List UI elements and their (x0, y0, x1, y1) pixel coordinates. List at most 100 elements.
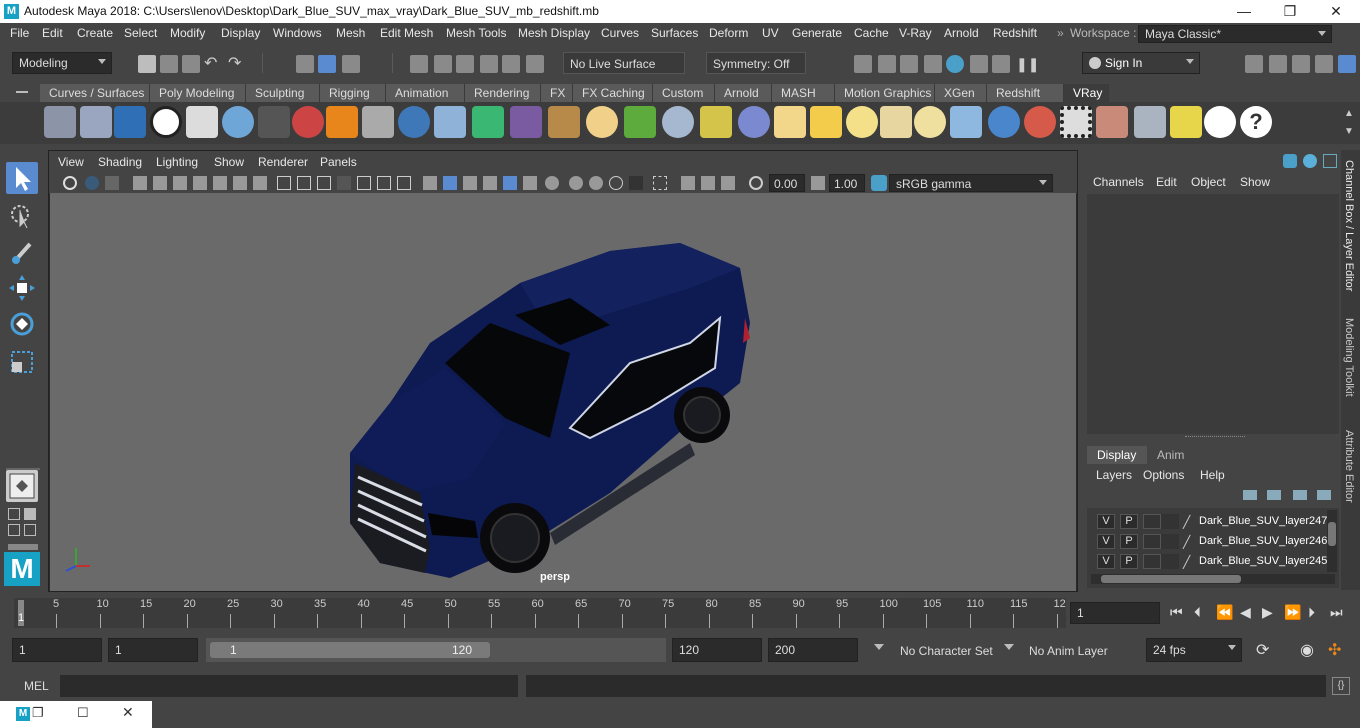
field-chart-icon[interactable] (253, 176, 267, 190)
menu-file[interactable]: File (10, 26, 29, 40)
vray-ies-light-icon[interactable] (880, 106, 912, 138)
ambient-occlusion-icon[interactable] (503, 176, 517, 190)
smooth-shade-icon[interactable] (317, 176, 331, 190)
shelf-scroll-up-icon[interactable]: ▲ (1344, 108, 1354, 119)
select-hierarchy-icon[interactable] (296, 55, 314, 73)
tool-settings-icon[interactable] (1292, 55, 1310, 73)
channel-box-expand-icon[interactable] (1323, 154, 1337, 168)
paint-select-tool-icon[interactable] (6, 236, 38, 268)
tab-vray[interactable]: VRay (1064, 84, 1109, 102)
character-set-arrow-icon[interactable] (874, 644, 884, 650)
open-scene-icon[interactable] (160, 55, 178, 73)
vray-frame-buffer-icon[interactable] (114, 106, 146, 138)
rotate-tool-icon[interactable] (6, 308, 38, 340)
tab-rigging[interactable]: Rigging (320, 84, 386, 102)
layer-name[interactable]: Dark_Blue_SUV_layer245 (1199, 555, 1327, 567)
menu-mesh[interactable]: Mesh (336, 26, 365, 40)
gamma-icon[interactable] (811, 176, 825, 190)
close-button[interactable]: ✕ (1313, 0, 1359, 23)
new-layer-selected-icon[interactable] (1317, 490, 1331, 500)
snap-surface-icon[interactable] (502, 55, 520, 73)
select-camera-icon[interactable] (653, 176, 667, 190)
save-scene-icon[interactable] (182, 55, 200, 73)
minimized-close-icon[interactable]: ✕ (122, 704, 134, 721)
hypershade-icon[interactable] (946, 55, 964, 73)
tab-rendering[interactable]: Rendering (465, 84, 541, 102)
menu-display[interactable]: Display (221, 26, 260, 40)
tab-motion-graphics[interactable]: Motion Graphics (835, 84, 935, 102)
vray-render-settings-icon[interactable] (186, 106, 218, 138)
vray-material-icon[interactable] (222, 106, 254, 138)
move-layer-down-icon[interactable] (1267, 490, 1281, 500)
backface-culling-icon[interactable] (483, 176, 497, 190)
play-forwards-icon[interactable]: ▶ (1262, 604, 1273, 621)
perspective-viewport[interactable]: persp (50, 193, 1076, 591)
menu-mesh-tools[interactable]: Mesh Tools (446, 26, 506, 40)
menu-select[interactable]: Select (124, 26, 157, 40)
list-item[interactable]: V P ╱ Dark_Blue_SUV_layer245 (1091, 551, 1327, 571)
menu-cache[interactable]: Cache (854, 26, 889, 40)
color-management-toggle-icon[interactable] (871, 175, 887, 191)
vray-logo-icon[interactable] (150, 106, 182, 138)
vray-proxy-icon[interactable] (44, 106, 76, 138)
scene-start-field[interactable]: 1 (12, 638, 102, 662)
outliner-toggle-icon[interactable] (8, 544, 38, 550)
layer-list-hscrollbar[interactable] (1091, 574, 1335, 584)
layer-visibility-toggle[interactable]: V (1097, 534, 1115, 549)
range-slider-handle[interactable] (210, 642, 490, 658)
menu-create[interactable]: Create (77, 26, 113, 40)
vray-displacement-icon[interactable] (362, 106, 394, 138)
live-surface-field[interactable]: No Live Surface (563, 52, 685, 74)
vray-fur-icon[interactable] (510, 106, 542, 138)
menu-edit-mesh[interactable]: Edit Mesh (380, 26, 433, 40)
panel-menu-view[interactable]: View (58, 155, 84, 169)
hud-icon[interactable] (629, 176, 643, 190)
minimize-button[interactable]: — (1221, 0, 1267, 23)
isolate-select-icon[interactable] (423, 176, 437, 190)
ipr-render-icon[interactable] (900, 55, 918, 73)
vray-grass-icon[interactable] (624, 106, 656, 138)
minimized-restore-icon[interactable]: ❐ (32, 705, 44, 721)
current-frame-field[interactable]: 1 (1070, 602, 1160, 624)
menu-surfaces[interactable]: Surfaces (651, 26, 698, 40)
menu-vray[interactable]: V-Ray (899, 26, 932, 40)
layer-playback-toggle[interactable]: P (1120, 514, 1138, 529)
auto-key-icon[interactable]: ◉ (1300, 640, 1314, 660)
vray-sun-icon[interactable] (914, 106, 946, 138)
splitter-handle[interactable] (1185, 436, 1245, 438)
hypershade-layout-icon[interactable] (24, 524, 36, 536)
vray-dome-light-icon[interactable] (586, 106, 618, 138)
vray-instancer-icon[interactable] (662, 106, 694, 138)
vray-rect-light-icon[interactable] (774, 106, 806, 138)
snap-point-icon[interactable] (456, 55, 474, 73)
panel-menu-panels[interactable]: Panels (320, 155, 357, 169)
tab-channel-box-layer-editor[interactable]: Channel Box / Layer Editor (1343, 160, 1355, 291)
layer-color-swatch[interactable] (1161, 554, 1179, 569)
vray-checker-icon[interactable] (1060, 106, 1092, 138)
textured-icon[interactable] (357, 176, 371, 190)
single-perspective-layout-icon[interactable] (6, 470, 38, 502)
menu-overflow-icon[interactable]: » (1057, 26, 1064, 40)
tab-modeling-toolkit[interactable]: Modeling Toolkit (1343, 318, 1355, 397)
use-all-lights-icon[interactable] (377, 176, 391, 190)
exposure-icon[interactable] (749, 176, 763, 190)
symmetry-field[interactable]: Symmetry: Off (706, 52, 806, 74)
tab-redshift[interactable]: Redshift (987, 84, 1064, 102)
vray-curve-icon[interactable] (700, 106, 732, 138)
tab-arnold[interactable]: Arnold (715, 84, 772, 102)
layer-playback-toggle[interactable]: P (1120, 554, 1138, 569)
minimized-maximize-icon[interactable]: ☐ (77, 705, 89, 721)
snap-curve-icon[interactable] (434, 55, 452, 73)
vray-sphere-light-icon[interactable] (398, 106, 430, 138)
layer-hscroll-thumb[interactable] (1101, 575, 1241, 583)
layer-visibility-toggle[interactable]: V (1097, 514, 1115, 529)
panel-menu-show[interactable]: Show (214, 155, 244, 169)
layer-editor-icon[interactable] (1338, 55, 1356, 73)
layers-menu[interactable]: Layers (1096, 468, 1132, 482)
layer-name[interactable]: Dark_Blue_SUV_layer246 (1199, 535, 1327, 547)
tab-mash[interactable]: MASH (772, 84, 835, 102)
vray-light-material-icon[interactable] (292, 106, 324, 138)
grid-toggle-icon[interactable] (277, 176, 291, 190)
tab-animation[interactable]: Animation (386, 84, 465, 102)
script-editor-icon[interactable]: {} (1332, 677, 1350, 695)
